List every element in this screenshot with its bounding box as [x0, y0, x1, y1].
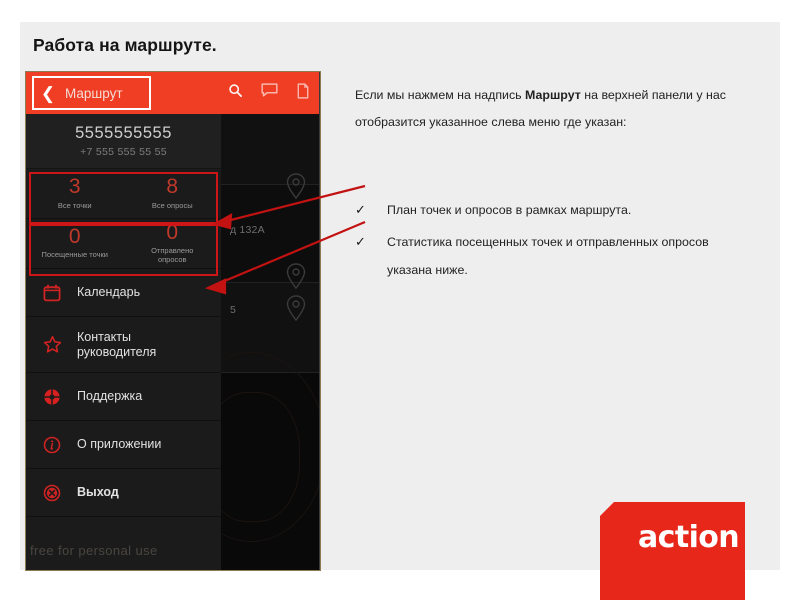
check-icon: ✓ [355, 234, 366, 249]
list-item: ✓ Статистика посещенных точек и отправле… [355, 228, 755, 284]
map-label: 5 [230, 304, 237, 316]
stat-all-surveys[interactable]: 8 Все опросы [124, 169, 222, 218]
list-item-label: План точек и опросов в рамках маршрута. [387, 203, 632, 217]
sidebar-item-label: Выход [77, 485, 119, 499]
stat-label: Посещенные точки [41, 250, 108, 260]
paragraph-bold-term: Маршрут [525, 88, 581, 102]
map-pin-icon[interactable] [285, 294, 307, 322]
navigation-drawer: 5555555555 +7 555 555 55 55 3 Все точки … [26, 114, 221, 570]
stat-label: Все опросы [151, 201, 193, 210]
paragraph-part-1: Если мы нажмем на надпись [355, 88, 526, 102]
exit-icon [40, 484, 64, 502]
search-icon[interactable] [228, 83, 243, 103]
sidebar-item-manager-contacts[interactable]: Контакты руководителя [26, 317, 221, 373]
action-logo: action [600, 502, 745, 600]
calendar-icon [40, 284, 64, 302]
back-to-route-button[interactable]: ❮ Маршрут [32, 76, 151, 110]
account-header[interactable]: 5555555555 +7 555 555 55 55 [26, 114, 221, 169]
account-phone-secondary: +7 555 555 55 55 [80, 146, 167, 158]
account-phone-primary: 5555555555 [75, 124, 172, 142]
stat-value: 0 [68, 225, 81, 249]
document-icon[interactable] [296, 82, 310, 104]
phone-screenshot: д 132А 5 ❮ Маршрут 5555555555 +7 555 555… [26, 72, 320, 570]
stat-value: 0 [166, 221, 179, 244]
stats-row-progress: 0 Посещенные точки 0 Отправлено опросов [26, 219, 221, 269]
sidebar-item-about[interactable]: О приложении [26, 421, 221, 469]
list-item-label: Статистика посещенных точек и отправленн… [387, 235, 709, 277]
slide: Работа на маршруте. д 132А 5 ❮ Маршрут 5… [0, 0, 800, 600]
check-icon: ✓ [355, 202, 366, 217]
sidebar-item-label: О приложении [77, 437, 162, 451]
map-pin-icon[interactable] [285, 262, 307, 290]
star-icon [40, 335, 64, 354]
sidebar-item-label: Поддержка [77, 389, 143, 403]
stat-value: 3 [68, 175, 81, 198]
list-item: ✓ План точек и опросов в рамках маршрута… [355, 196, 755, 224]
support-icon [40, 388, 64, 406]
action-logo-text: action [638, 520, 740, 555]
page-title: Работа на маршруте. [33, 35, 217, 55]
stat-all-points[interactable]: 3 Все точки [26, 169, 124, 218]
sidebar-item-label: Контакты руководителя [77, 329, 157, 359]
stat-sent-surveys[interactable]: 0 Отправлено опросов [124, 219, 222, 268]
chevron-left-icon: ❮ [40, 83, 56, 103]
sidebar-item-label: Календарь [77, 285, 141, 299]
app-bar-title: Маршрут [65, 85, 123, 101]
stats-block: 3 Все точки 8 Все опросы 0 Посещенные то… [26, 169, 221, 269]
intro-paragraph: Если мы нажмем на надпись Маршрут на вер… [355, 82, 753, 136]
chat-icon[interactable] [261, 83, 278, 103]
stat-label: Отправлено опросов [151, 246, 194, 264]
app-bar: ❮ Маршрут [26, 72, 319, 114]
map-pin-icon[interactable] [285, 172, 307, 200]
stat-value: 8 [166, 175, 179, 198]
sidebar-item-calendar[interactable]: Календарь [26, 269, 221, 317]
sidebar-item-support[interactable]: Поддержка [26, 373, 221, 421]
watermark: free for personal use [30, 543, 158, 558]
info-icon [40, 436, 64, 454]
stat-label: Все точки [57, 201, 92, 210]
map-label: д 132А [230, 224, 265, 236]
stat-visited-points[interactable]: 0 Посещенные точки [26, 219, 124, 268]
bullet-list: ✓ План точек и опросов в рамках маршрута… [355, 196, 755, 288]
app-bar-actions [228, 72, 310, 114]
stats-row-plan: 3 Все точки 8 Все опросы [26, 169, 221, 219]
sidebar-item-exit[interactable]: Выход [26, 469, 221, 517]
